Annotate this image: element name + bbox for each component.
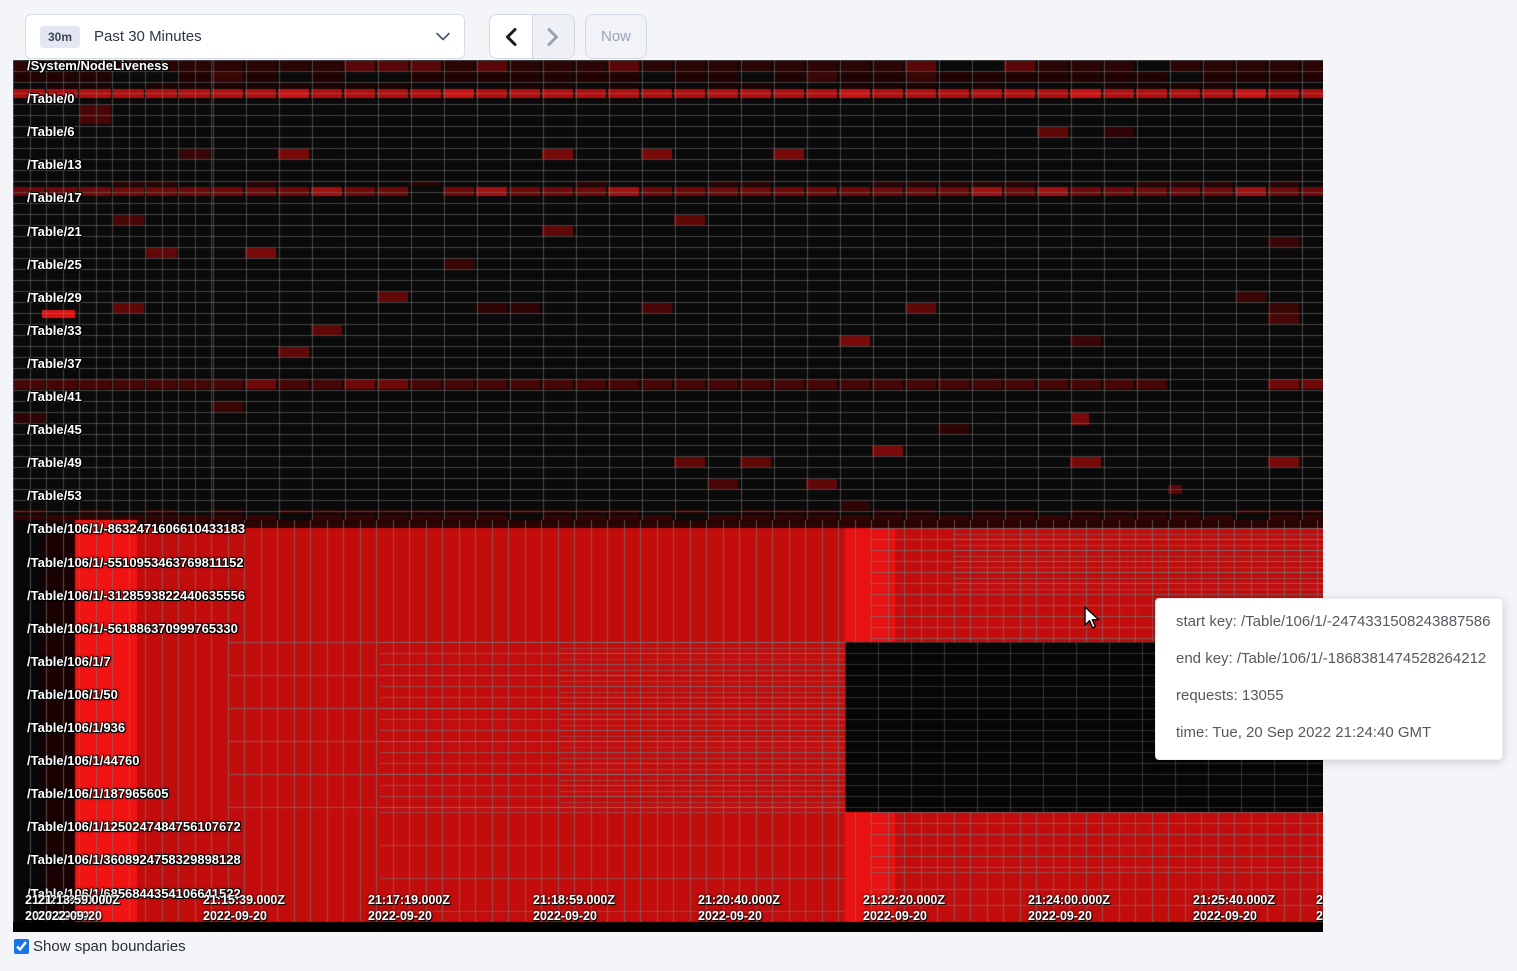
tooltip-start-key: start key: /Table/106/1/-247433150824388… <box>1176 614 1482 629</box>
time-nav-group <box>489 14 575 59</box>
chevron-down-icon <box>436 28 450 46</box>
chevron-left-icon <box>505 28 517 46</box>
chevron-right-icon <box>547 28 559 46</box>
show-span-boundaries-label: Show span boundaries <box>33 938 186 955</box>
time-range-label: Past 30 Minutes <box>94 28 436 45</box>
hover-tooltip: start key: /Table/106/1/-247433150824388… <box>1155 598 1503 760</box>
prev-range-button[interactable] <box>490 15 533 58</box>
tooltip-end-key: end key: /Table/106/1/-18683814745282642… <box>1176 651 1482 666</box>
duration-badge: 30m <box>40 26 80 48</box>
now-button[interactable]: Now <box>585 14 647 59</box>
next-range-button[interactable] <box>533 15 575 58</box>
show-span-boundaries-checkbox[interactable] <box>14 939 29 954</box>
key-visualizer-page: 30m Past 30 Minutes Now /System/NodeLive… <box>0 0 1517 971</box>
heatmap: /System/NodeLiveness/Table/0/Table/6/Tab… <box>13 60 1323 932</box>
heatmap-canvas[interactable] <box>13 60 1323 932</box>
tooltip-requests: requests: 13055 <box>1176 688 1482 703</box>
tooltip-time: time: Tue, 20 Sep 2022 21:24:40 GMT <box>1176 725 1482 740</box>
show-span-boundaries: Show span boundaries <box>14 938 186 955</box>
time-range-select[interactable]: 30m Past 30 Minutes <box>25 14 465 59</box>
